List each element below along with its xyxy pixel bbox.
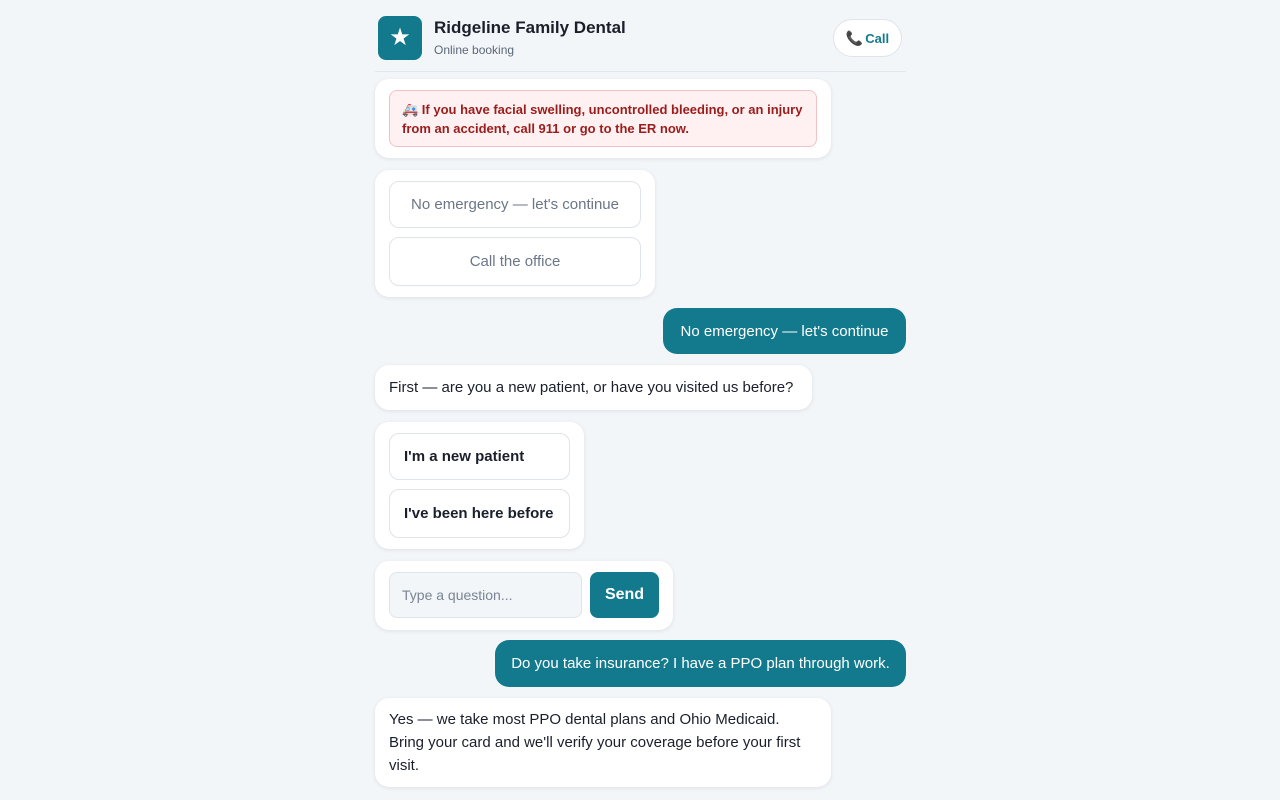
bot-message: First — are you a new patient, or have y… — [375, 365, 812, 410]
question-composer: Send — [375, 561, 673, 630]
chat-panel: ★ Ridgeline Family Dental Online booking… — [375, 0, 906, 800]
new-patient-button[interactable]: I'm a new patient — [389, 433, 570, 480]
emergency-options-card: No emergency — let's continue Call the o… — [375, 170, 655, 297]
emergency-alert: 🚑 If you have facial swelling, uncontrol… — [389, 90, 817, 147]
chat-header: ★ Ridgeline Family Dental Online booking… — [375, 0, 906, 72]
call-button-label: Call — [865, 30, 890, 46]
call-office-button[interactable]: Call the office — [389, 237, 641, 286]
user-message: No emergency — let's continue — [663, 308, 906, 354]
bot-message: Yes — we take most PPO dental plans and … — [375, 698, 831, 787]
clinic-name: Ridgeline Family Dental — [434, 18, 626, 37]
emergency-alert-card: 🚑 If you have facial swelling, uncontrol… — [375, 79, 831, 158]
phone-icon: 📞 — [845, 29, 864, 46]
header-subtitle: Online booking — [434, 43, 515, 57]
star-icon: ★ — [378, 16, 422, 60]
call-button[interactable]: 📞 Call — [833, 19, 902, 57]
no-emergency-button[interactable]: No emergency — let's continue — [389, 181, 641, 228]
send-button[interactable]: Send — [590, 572, 659, 618]
patient-options-card: I'm a new patient I've been here before — [375, 422, 584, 549]
user-message: Do you take insurance? I have a PPO plan… — [495, 640, 906, 687]
question-input[interactable] — [389, 572, 582, 618]
returning-patient-button[interactable]: I've been here before — [389, 489, 570, 538]
